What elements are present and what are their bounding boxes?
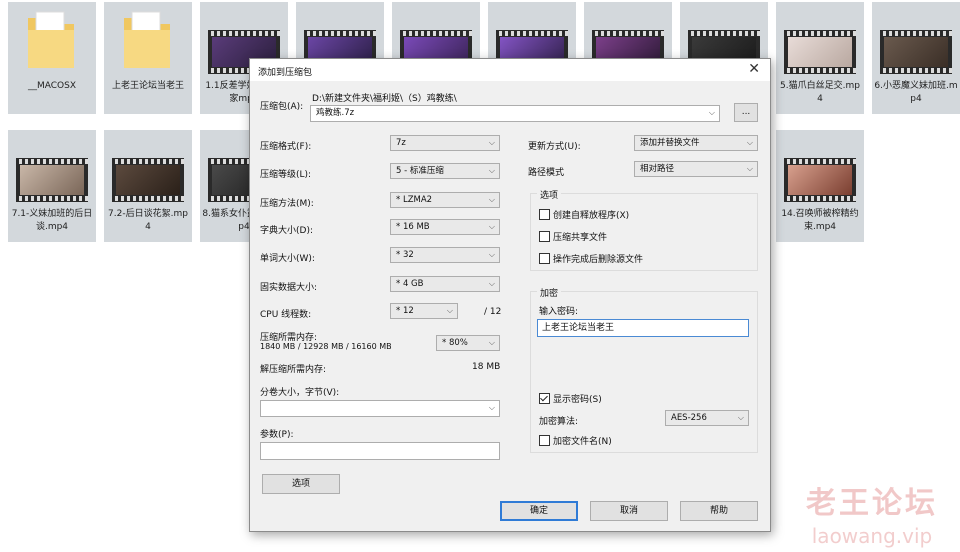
mem-percent-select[interactable]: * 80% ⌵: [436, 335, 500, 351]
solid-select[interactable]: * 4 GB ⌵: [390, 276, 500, 292]
algo-select[interactable]: AES-256 ⌵: [665, 410, 749, 426]
ok-button[interactable]: 确定: [500, 501, 578, 521]
options-button[interactable]: 选项: [262, 474, 340, 494]
password-input[interactable]: 上老王论坛当老王: [537, 319, 749, 337]
format-label: 压缩格式(F):: [260, 142, 312, 152]
file-label: __MACOSX: [27, 81, 76, 91]
folder-icon: [28, 11, 74, 68]
close-icon[interactable]: ✕: [748, 61, 760, 77]
chevron-down-icon: ⌵: [488, 166, 495, 175]
chevron-down-icon: ⌵: [488, 195, 495, 204]
cpu-total: / 12: [484, 307, 502, 317]
cancel-button[interactable]: 取消: [590, 501, 668, 521]
add-to-archive-dialog: 添加到压缩包 ✕ 压缩包(A): D:\新建文件夹\福利姬\（S）鸡教练\ 鸡教…: [249, 58, 771, 532]
shared-checkbox[interactable]: 压缩共享文件: [539, 230, 607, 243]
file-label: 14.召唤师被榨精约束.mp4: [781, 209, 859, 232]
mem-detail: 1840 MB / 12928 MB / 16160 MB: [260, 342, 392, 351]
folder-icon: [124, 11, 170, 68]
archive-path: D:\新建文件夹\福利姬\（S）鸡教练\: [312, 94, 457, 104]
chevron-down-icon: ⌵: [737, 413, 744, 422]
chevron-down-icon: ⌵: [488, 138, 495, 147]
options-group: 选项 创建自释放程序(X) 压缩共享文件 操作完成后删除源文件: [530, 188, 758, 271]
algo-label: 加密算法:: [539, 417, 579, 427]
encryption-group: 加密 输入密码: 上老王论坛当老王 显示密码(S) 加密算法: AES-256 ⌵…: [530, 286, 758, 453]
chevron-down-icon: ⌵: [746, 138, 753, 147]
format-select[interactable]: 7z ⌵: [390, 135, 500, 151]
password-label: 输入密码:: [539, 307, 579, 317]
chevron-down-icon: ⌵: [488, 338, 495, 347]
encryption-group-title: 加密: [537, 286, 562, 299]
file-item[interactable]: 6.小恶魔义妹加班.mp4: [872, 2, 960, 114]
delete-source-checkbox[interactable]: 操作完成后删除源文件: [539, 252, 643, 265]
cpu-select[interactable]: * 12 ⌵: [390, 303, 458, 319]
video-thumbnail-icon: [112, 158, 184, 202]
sfx-checkbox[interactable]: 创建自释放程序(X): [539, 208, 629, 221]
path-mode-label: 路径模式: [528, 168, 565, 178]
chevron-down-icon: ⌵: [708, 108, 715, 117]
method-label: 压缩方法(M):: [260, 199, 314, 209]
chevron-down-icon: ⌵: [488, 250, 495, 259]
solid-label: 固实数据大小:: [260, 283, 318, 293]
watermark-title: 老王论坛: [806, 486, 938, 521]
update-select[interactable]: 添加并替换文件 ⌵: [634, 135, 758, 151]
chevron-down-icon: ⌵: [488, 403, 495, 412]
dict-label: 字典大小(D):: [260, 226, 313, 236]
params-input[interactable]: [260, 442, 500, 460]
decomp-value: 18 MB: [472, 362, 501, 372]
file-label: 5.猫爪白丝足交.mp4: [780, 81, 860, 104]
video-thumbnail-icon: [784, 158, 856, 202]
file-item[interactable]: 14.召唤师被榨精约束.mp4: [776, 130, 864, 242]
encrypt-names-checkbox[interactable]: 加密文件名(N): [539, 434, 612, 447]
video-thumbnail-icon: [784, 30, 856, 74]
chevron-down-icon: ⌵: [488, 222, 495, 231]
cpu-label: CPU 线程数:: [260, 310, 312, 320]
file-label: 上老王论坛当老王: [111, 81, 184, 91]
watermark: 老王论坛 laowang.vip: [806, 478, 938, 548]
chevron-down-icon: ⌵: [446, 306, 453, 315]
split-label: 分卷大小，字节(V):: [260, 388, 340, 398]
level-label: 压缩等级(L):: [260, 170, 312, 180]
path-mode-select[interactable]: 相对路径 ⌵: [634, 161, 758, 177]
level-select[interactable]: 5 - 标准压缩 ⌵: [390, 163, 500, 179]
dialog-title: 添加到压缩包: [258, 68, 313, 78]
video-thumbnail-icon: [16, 158, 88, 202]
file-label: 7.2-后日谈花絮.mp4: [108, 209, 188, 232]
video-thumbnail-icon: [880, 30, 952, 74]
file-label: 6.小恶魔义妹加班.mp4: [874, 81, 958, 104]
update-label: 更新方式(U):: [528, 142, 581, 152]
help-button[interactable]: 帮助: [680, 501, 758, 521]
file-item[interactable]: 上老王论坛当老王: [104, 2, 192, 114]
word-select[interactable]: * 32 ⌵: [390, 247, 500, 263]
decomp-label: 解压缩所需内存:: [260, 365, 327, 375]
word-label: 单词大小(W):: [260, 254, 315, 264]
file-item[interactable]: 7.2-后日谈花絮.mp4: [104, 130, 192, 242]
chevron-down-icon: ⌵: [746, 164, 753, 173]
file-label: 7.1-义妹加班的后日谈.mp4: [11, 209, 93, 232]
params-label: 参数(P):: [260, 430, 294, 440]
dict-select[interactable]: * 16 MB ⌵: [390, 219, 500, 235]
file-item[interactable]: __MACOSX: [8, 2, 96, 114]
options-group-title: 选项: [537, 188, 562, 201]
archive-label: 压缩包(A):: [260, 102, 304, 112]
browse-button[interactable]: ...: [734, 103, 758, 122]
file-item[interactable]: 5.猫爪白丝足交.mp4: [776, 2, 864, 114]
file-item[interactable]: 7.1-义妹加班的后日谈.mp4: [8, 130, 96, 242]
split-size-input[interactable]: ⌵: [260, 400, 500, 417]
archive-name-input[interactable]: 鸡教练.7z ⌵: [310, 105, 720, 122]
chevron-down-icon: ⌵: [488, 279, 495, 288]
watermark-url: laowang.vip: [811, 524, 933, 548]
method-select[interactable]: * LZMA2 ⌵: [390, 192, 500, 208]
title-bar[interactable]: 添加到压缩包 ✕: [250, 59, 770, 81]
show-password-checkbox[interactable]: 显示密码(S): [539, 392, 602, 405]
